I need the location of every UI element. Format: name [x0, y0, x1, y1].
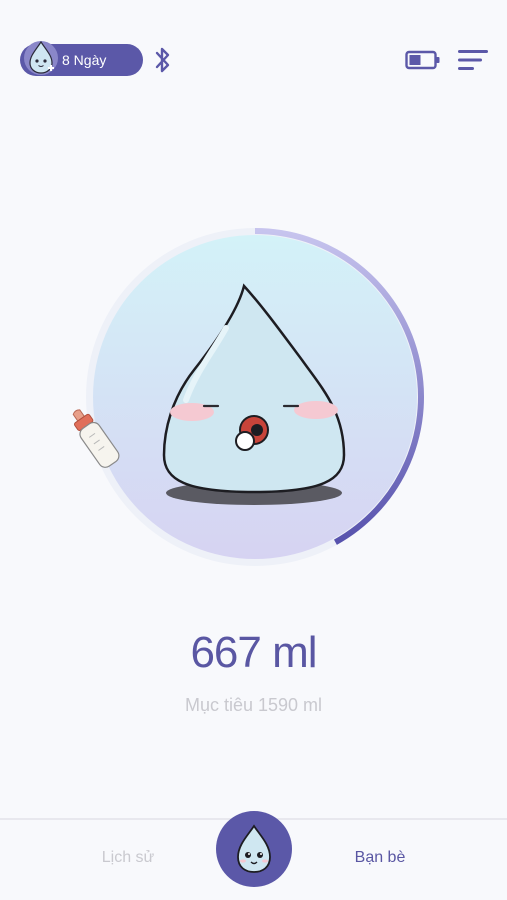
- mascot-drop-icon: [237, 824, 271, 873]
- water-amount: 667 ml: [190, 628, 317, 677]
- battery-icon: [405, 50, 440, 70]
- bluetooth-icon[interactable]: [152, 45, 174, 75]
- streak-label: 8 Ngày: [62, 52, 107, 68]
- center-mascot-button[interactable]: [216, 811, 292, 887]
- menu-icon[interactable]: [457, 47, 489, 73]
- water-drop-mascot[interactable]: [156, 280, 352, 512]
- goal-label: Mục tiêu 1590 ml: [184, 695, 323, 715]
- nav-friends-tab[interactable]: Bạn bè: [330, 849, 430, 867]
- streak-badge[interactable]: 8 Ngày: [20, 40, 143, 76]
- top-bar: 8 Ngày: [0, 0, 507, 110]
- mascot-avatar-icon: [24, 40, 58, 75]
- baby-bottle-icon[interactable]: [66, 404, 126, 476]
- nav-history-tab[interactable]: Lịch sử: [78, 849, 178, 867]
